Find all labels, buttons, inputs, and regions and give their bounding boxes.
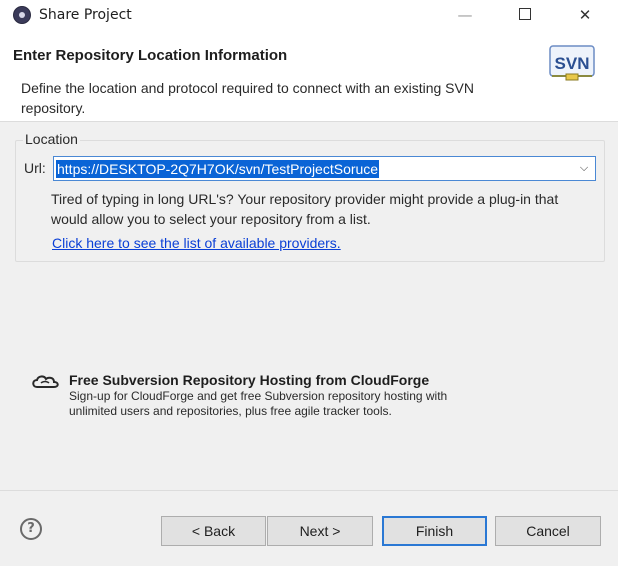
left-edge (0, 122, 5, 490)
help-icon[interactable]: ? (20, 518, 42, 540)
minimize-button[interactable]: — (435, 0, 495, 31)
chevron-down-icon[interactable]: ⌵ (577, 159, 591, 177)
url-combo[interactable]: https://DESKTOP-2Q7H7OK/svn/TestProjectS… (53, 156, 596, 181)
next-button[interactable]: Next > (267, 516, 373, 546)
back-button[interactable]: < Back (161, 516, 266, 546)
cloudforge-icon (32, 375, 59, 388)
maximize-icon (519, 8, 531, 20)
cloudforge-title[interactable]: Free Subversion Repository Hosting from … (69, 372, 429, 388)
location-group: Location Url: https://DESKTOP-2Q7H7OK/sv… (15, 131, 605, 262)
wizard-header: Enter Repository Location Information De… (0, 31, 618, 122)
page-description: Define the location and protocol require… (21, 80, 474, 116)
finish-button[interactable]: Finish (382, 516, 487, 546)
app-icon (13, 6, 31, 24)
providers-link[interactable]: Click here to see the list of available … (52, 235, 341, 251)
close-button[interactable]: ✕ (555, 0, 615, 31)
cancel-button[interactable]: Cancel (495, 516, 601, 546)
svn-logo-text: SVN (555, 54, 590, 73)
wizard-footer: ? < Back Next > Finish Cancel (0, 490, 618, 566)
wizard-content: Location Url: https://DESKTOP-2Q7H7OK/sv… (0, 122, 618, 490)
maximize-button[interactable] (495, 0, 555, 31)
svn-logo-icon: SVN (549, 45, 595, 81)
url-input[interactable]: https://DESKTOP-2Q7H7OK/svn/TestProjectS… (56, 160, 380, 178)
url-label: Url: (24, 160, 46, 176)
location-group-label: Location (23, 131, 80, 147)
page-title: Enter Repository Location Information (13, 47, 288, 64)
cloudforge-description: Sign-up for CloudForge and get free Subv… (69, 389, 448, 418)
url-hint-text: Tired of typing in long URL's? Your repo… (51, 191, 559, 227)
window-title: Share Project (39, 7, 132, 23)
title-bar: Share Project — ✕ (0, 0, 618, 31)
